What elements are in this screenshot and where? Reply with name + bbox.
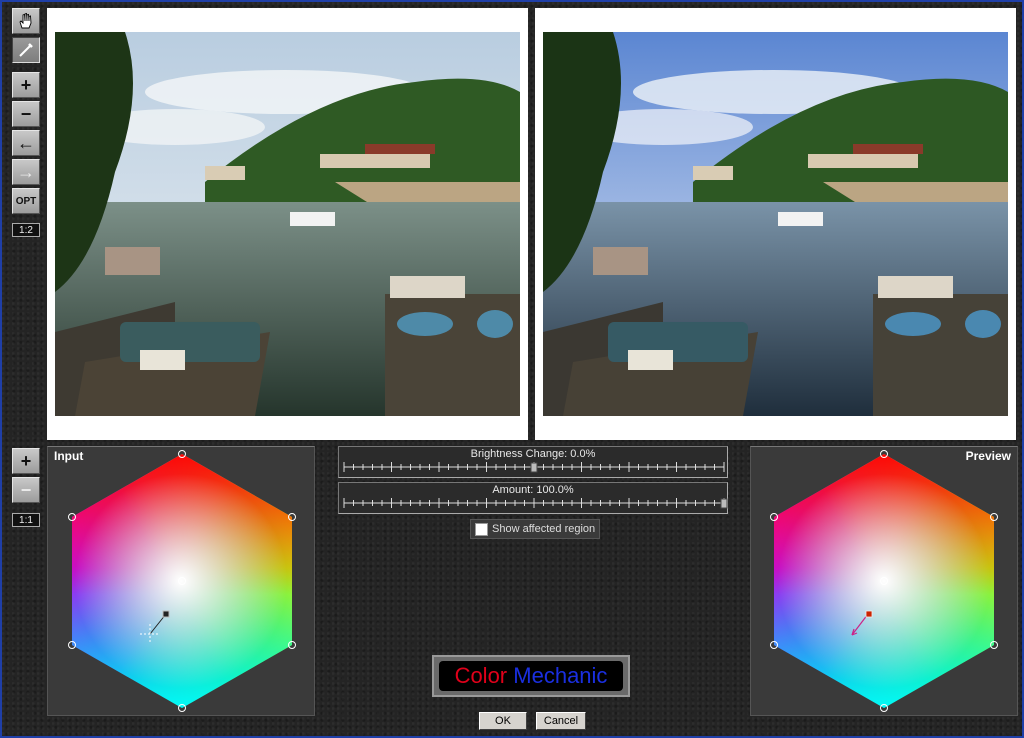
input-color-hexagon[interactable] (48, 447, 314, 715)
cancel-button[interactable]: Cancel (536, 712, 586, 730)
eyedropper-tool-button[interactable] (12, 37, 40, 63)
input-panel-title: Input (54, 449, 84, 463)
brightness-slider-track[interactable] (339, 459, 729, 479)
color-mechanic-logo: Color Mechanic (432, 655, 630, 697)
color-mechanic-dialog: + − ← → OPT 1:2 + − 1:1 Input Preview Br… (0, 0, 1024, 738)
amount-slider-track[interactable] (339, 495, 729, 515)
wheel-zoom-out-button[interactable]: − (12, 477, 40, 503)
input-color-marker[interactable] (162, 610, 170, 618)
hand-tool-button[interactable] (12, 8, 40, 34)
preview-photo (543, 32, 1008, 416)
zoom-in-button[interactable]: + (12, 72, 40, 98)
input-image-panel[interactable] (47, 8, 528, 440)
show-affected-region-label: Show affected region (492, 523, 596, 535)
brightness-change-slider[interactable]: Brightness Change: 0.0% (338, 446, 728, 478)
logo-word-color: Color (454, 663, 508, 688)
show-affected-region-checkbox[interactable]: Show affected region (470, 519, 601, 539)
wheel-zoom-level: 1:1 (12, 513, 40, 527)
preview-color-hexagon-panel[interactable]: Preview (750, 446, 1018, 716)
input-color-hexagon-panel[interactable]: Input (47, 446, 315, 716)
checkbox-box[interactable] (475, 522, 488, 536)
amount-slider[interactable]: Amount: 100.0% (338, 482, 728, 514)
redo-button[interactable]: → (12, 159, 40, 185)
logo-word-mechanic: Mechanic (513, 663, 608, 688)
input-photo (55, 32, 520, 416)
image-zoom-level: 1:2 (12, 223, 40, 237)
hand-icon (19, 12, 32, 29)
undo-button[interactable]: ← (12, 130, 40, 156)
preview-color-marker (865, 610, 873, 618)
ok-button[interactable]: OK (479, 712, 527, 730)
preview-panel-title: Preview (965, 449, 1011, 463)
slider-thumb[interactable] (530, 462, 538, 473)
eyedropper-icon (19, 43, 33, 57)
options-button[interactable]: OPT (12, 188, 40, 214)
zoom-out-button[interactable]: − (12, 101, 40, 127)
preview-image-panel[interactable] (535, 8, 1016, 440)
wheel-zoom-in-button[interactable]: + (12, 448, 40, 474)
preview-color-hexagon[interactable] (751, 447, 1017, 715)
slider-thumb[interactable] (720, 498, 728, 509)
